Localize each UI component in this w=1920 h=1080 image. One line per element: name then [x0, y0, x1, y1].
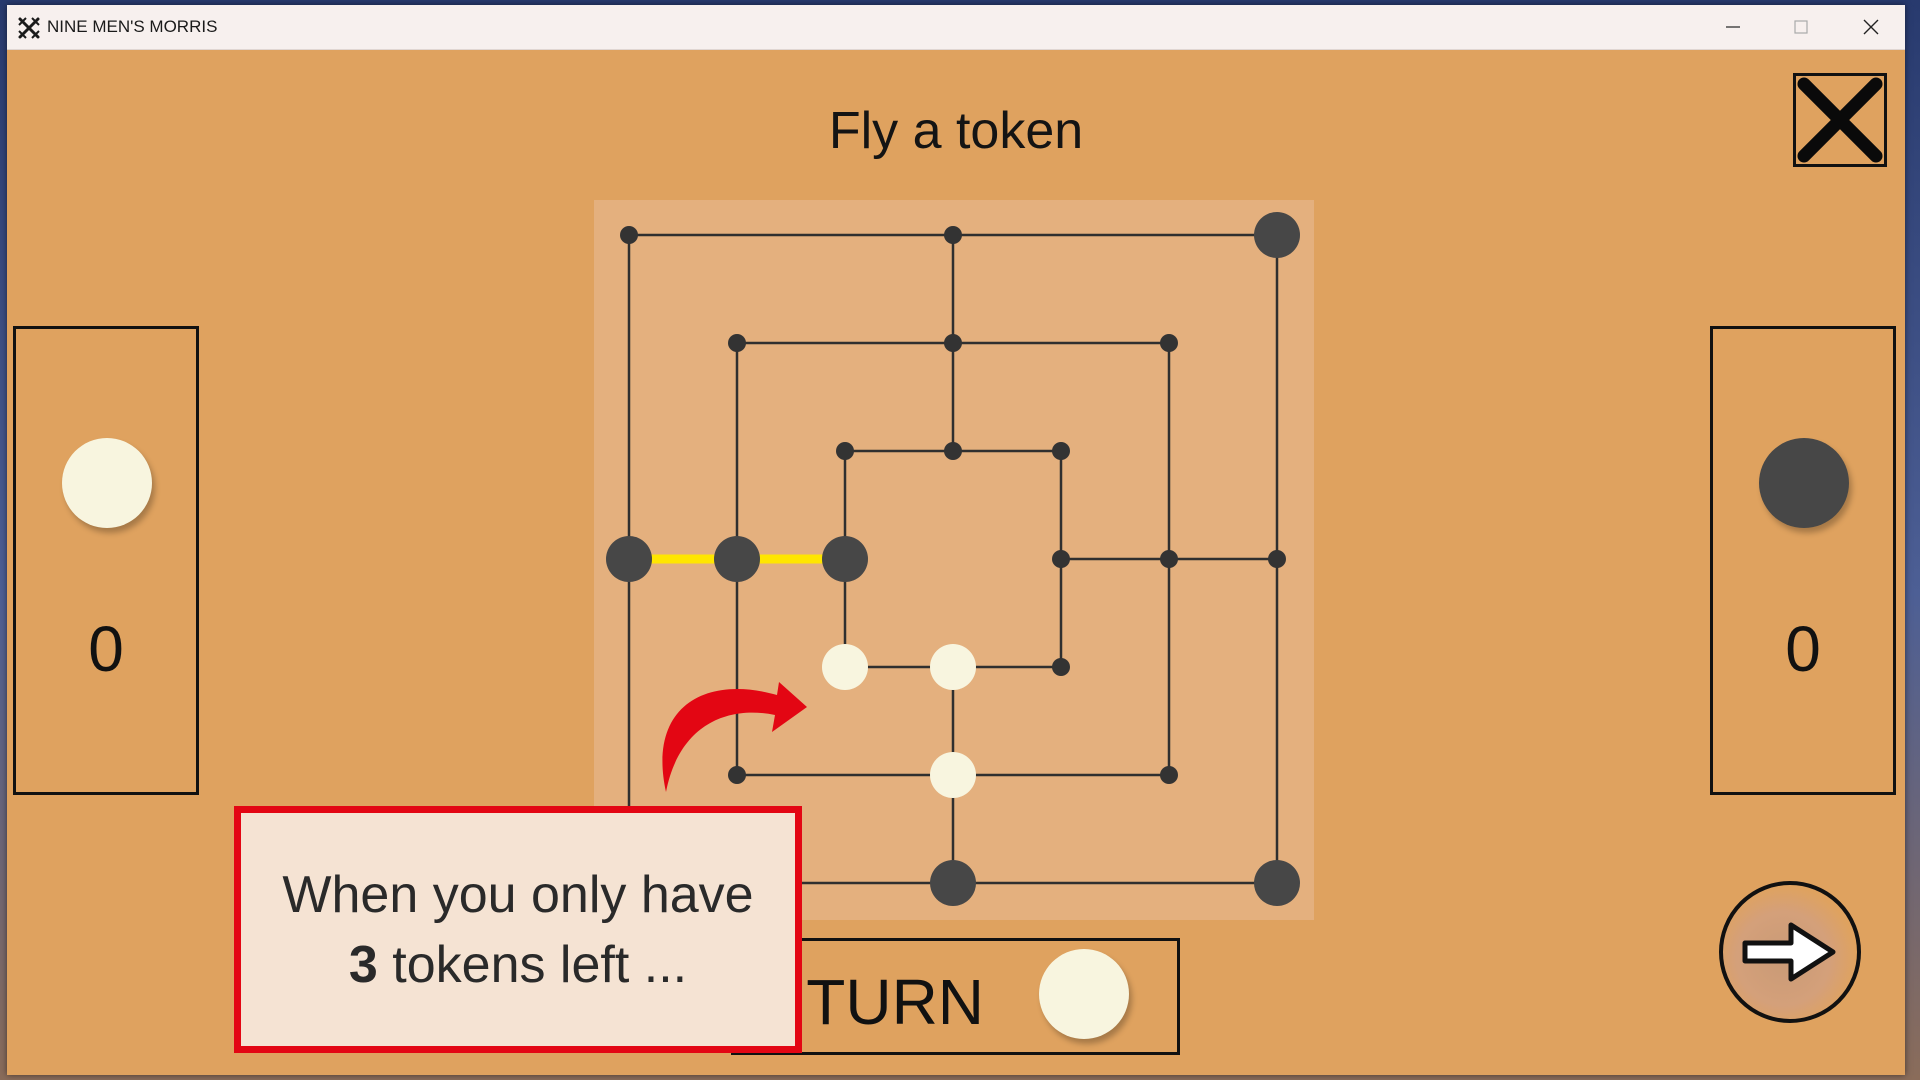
- tutorial-callout: When you only have 3 tokens left ...: [234, 806, 802, 1053]
- point-middle-top-left[interactable]: [728, 334, 746, 352]
- dark-token[interactable]: [822, 536, 868, 582]
- dark-token[interactable]: [606, 536, 652, 582]
- point-inner-top-left[interactable]: [836, 442, 854, 460]
- right-arrow-icon: [1742, 922, 1836, 982]
- tutorial-line-1: When you only have: [282, 865, 754, 924]
- dark-token[interactable]: [1254, 860, 1300, 906]
- dark-token[interactable]: [1254, 212, 1300, 258]
- point-middle-top-mid[interactable]: [944, 334, 962, 352]
- point-middle-bottom-left[interactable]: [728, 766, 746, 784]
- point-middle-top-right[interactable]: [1160, 334, 1178, 352]
- point-inner-top-right[interactable]: [1052, 442, 1070, 460]
- point-inner-top-mid[interactable]: [944, 442, 962, 460]
- dark-token[interactable]: [714, 536, 760, 582]
- dark-token[interactable]: [930, 860, 976, 906]
- point-middle-bottom-right[interactable]: [1160, 766, 1178, 784]
- point-outer-top-mid[interactable]: [944, 226, 962, 244]
- light-token[interactable]: [930, 752, 976, 798]
- point-inner-mid-right[interactable]: [1052, 550, 1070, 568]
- light-token[interactable]: [822, 644, 868, 690]
- next-button[interactable]: [1719, 881, 1861, 1023]
- app-window: NINE MEN'S MORRIS Fly a token 0 0 TURN W…: [7, 5, 1905, 1075]
- light-token[interactable]: [930, 644, 976, 690]
- point-outer-top-left[interactable]: [620, 226, 638, 244]
- point-outer-mid-right[interactable]: [1268, 550, 1286, 568]
- tutorial-line-2-rest: tokens left ...: [377, 935, 688, 994]
- tutorial-line-2: 3 tokens left ...: [349, 930, 687, 1000]
- point-inner-bottom-right[interactable]: [1052, 658, 1070, 676]
- point-middle-mid-right[interactable]: [1160, 550, 1178, 568]
- tutorial-count: 3: [348, 935, 378, 994]
